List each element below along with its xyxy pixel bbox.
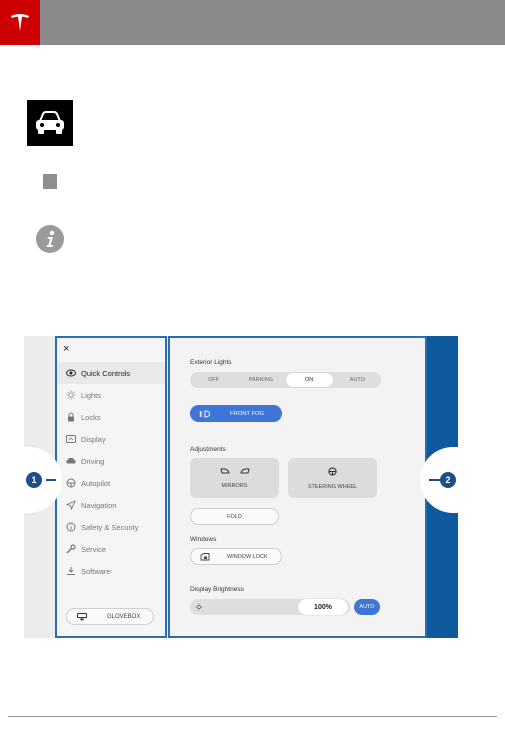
sun-icon <box>65 390 77 400</box>
front-fog-label: FRONT FOG <box>230 410 265 417</box>
lights-option-off[interactable]: OFF <box>190 372 237 388</box>
quick-controls-panel: Exterior Lights OFF PARKING ON AUTO FRON… <box>168 336 427 638</box>
fog-light-icon <box>199 410 210 418</box>
lights-option-parking[interactable]: PARKING <box>237 372 284 388</box>
lights-option-auto[interactable]: AUTO <box>334 372 381 388</box>
exterior-lights-title: Exterior Lights <box>190 359 232 366</box>
fold-button[interactable]: FOLD <box>190 508 279 525</box>
eye-icon <box>65 369 77 377</box>
menu-item-label: Safety & Security <box>81 522 139 532</box>
callout-2-badge: 2 <box>440 472 456 488</box>
right-mirror-icon <box>239 467 250 473</box>
menu-item-label: Service <box>81 544 107 554</box>
menu-item-display[interactable]: Display <box>57 428 165 450</box>
menu-item-autopilot[interactable]: Autopilot <box>57 472 165 494</box>
info-icon <box>46 230 55 247</box>
brightness-sun-icon <box>195 603 203 611</box>
brightness-slider[interactable]: 100% <box>190 599 350 615</box>
menu-item-navigation[interactable]: Navigation <box>57 494 165 516</box>
brightness-auto-button[interactable]: AUTO <box>354 599 380 615</box>
callout-1-badge: 1 <box>26 472 42 488</box>
adjustments-title: Adjustments <box>190 446 226 453</box>
touchscreen-screenshot: × Quick Controls Lights Locks Display Dr… <box>24 336 458 638</box>
display-icon <box>65 435 77 443</box>
steering-wheel-label: STEERING WHEEL <box>307 483 358 490</box>
menu-item-locks[interactable]: Locks <box>57 406 165 428</box>
controls-menu: Quick Controls Lights Locks Display Driv… <box>57 362 165 582</box>
menu-item-label: Lights <box>81 390 102 400</box>
menu-item-label: Quick Controls <box>81 368 131 378</box>
exterior-lights-selector: OFF PARKING ON AUTO <box>190 372 381 388</box>
window-lock-button[interactable]: WINDOW LOCK <box>190 548 282 565</box>
page-header <box>0 0 505 45</box>
window-lock-label: WINDOW LOCK <box>227 553 268 560</box>
display-brightness-title: Display Brightness <box>190 586 244 593</box>
glovebox-label: GLOVEBOX <box>107 613 141 620</box>
car-icon <box>65 457 77 465</box>
menu-item-lights[interactable]: Lights <box>57 384 165 406</box>
lights-option-on[interactable]: ON <box>285 373 333 387</box>
info-circle-icon <box>65 522 77 532</box>
wrench-icon <box>65 544 77 554</box>
steering-wheel-icon <box>328 466 337 476</box>
callout-1-line <box>46 479 56 481</box>
car-icon <box>36 111 64 134</box>
controls-sidebar: × Quick Controls Lights Locks Display Dr… <box>55 336 167 638</box>
gray-square-symbol <box>43 174 57 189</box>
windows-title: Windows <box>190 536 217 543</box>
lock-icon <box>65 412 77 422</box>
menu-item-software[interactable]: Software <box>57 560 165 582</box>
menu-item-label: Software <box>81 566 111 576</box>
steering-wheel-icon <box>65 478 77 488</box>
footer-rule <box>8 716 497 717</box>
mirrors-tile[interactable]: MIRRORS <box>190 458 279 498</box>
menu-item-label: Driving <box>81 456 105 466</box>
menu-item-label: Locks <box>81 412 101 422</box>
tesla-logo-icon <box>11 13 29 31</box>
glovebox-icon <box>77 612 87 621</box>
front-fog-button[interactable]: FRONT FOG <box>190 405 282 422</box>
mirrors-label: MIRRORS <box>221 482 248 489</box>
info-symbol <box>36 225 64 253</box>
steering-wheel-tile[interactable]: STEERING WHEEL <box>288 458 377 498</box>
navigation-arrow-icon <box>65 500 77 510</box>
download-icon <box>65 566 77 576</box>
menu-item-label: Autopilot <box>81 478 111 488</box>
close-button[interactable]: × <box>63 343 69 355</box>
menu-item-label: Display <box>81 434 106 444</box>
menu-item-label: Navigation <box>81 500 117 510</box>
window-lock-icon <box>200 552 210 561</box>
left-mirror-icon <box>219 467 230 473</box>
menu-item-service[interactable]: Service <box>57 538 165 560</box>
glovebox-button[interactable]: GLOVEBOX <box>66 608 154 625</box>
menu-item-driving[interactable]: Driving <box>57 450 165 472</box>
car-symbol <box>27 100 73 146</box>
menu-item-safety-security[interactable]: Safety & Security <box>57 516 165 538</box>
menu-item-quick-controls[interactable]: Quick Controls <box>57 362 165 384</box>
brand-logo-box <box>0 0 40 45</box>
brightness-value[interactable]: 100% <box>298 599 348 615</box>
